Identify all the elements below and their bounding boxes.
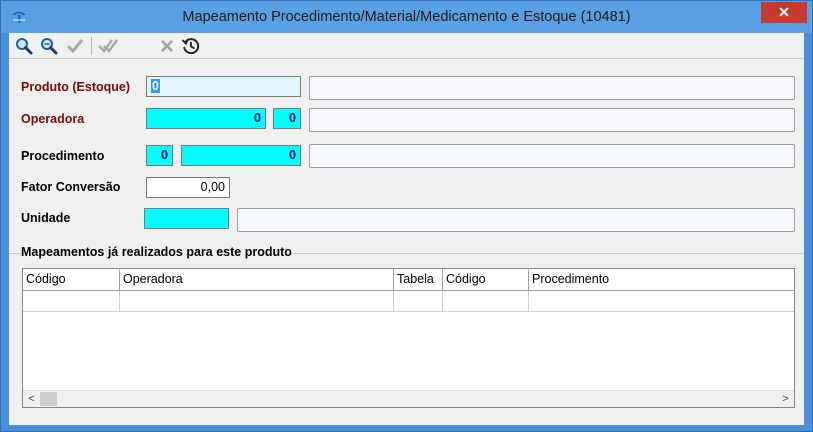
- search-button[interactable]: [14, 36, 34, 56]
- cancel-button[interactable]: [157, 36, 177, 56]
- procedimento-code-field[interactable]: 0: [181, 145, 301, 166]
- operadora-plan-field[interactable]: 0: [273, 108, 301, 129]
- mapeamentos-title: Mapeamentos já realizados para este prod…: [21, 245, 294, 259]
- scroll-left-button[interactable]: <: [23, 391, 40, 407]
- toolbar-separator: [91, 37, 92, 55]
- column-header-operadora[interactable]: Operadora: [120, 269, 394, 290]
- fator-label: Fator Conversão: [21, 180, 121, 194]
- table-cell[interactable]: [120, 291, 394, 311]
- procedimento-label: Procedimento: [21, 149, 105, 163]
- title-bar[interactable]: Mapeamento Procedimento/Material/Medicam…: [1, 1, 812, 33]
- produto-description-field: [309, 76, 795, 100]
- grid-header: Código Operadora Tabela Código Procedime…: [23, 269, 794, 291]
- horizontal-scrollbar[interactable]: < >: [23, 390, 794, 407]
- history-button[interactable]: [181, 36, 201, 56]
- scroll-right-button[interactable]: >: [777, 391, 794, 407]
- mapeamentos-grid[interactable]: Código Operadora Tabela Código Procedime…: [22, 268, 795, 408]
- table-cell[interactable]: [443, 291, 529, 311]
- table-cell[interactable]: [23, 291, 120, 311]
- produto-code-field[interactable]: 0: [146, 76, 301, 97]
- confirm-all-button[interactable]: [97, 36, 119, 56]
- table-cell[interactable]: [394, 291, 443, 311]
- produto-label: Produto (Estoque): [21, 80, 131, 94]
- column-header-procedimento[interactable]: Procedimento: [529, 269, 794, 290]
- magnifier-icon: [16, 38, 33, 55]
- magnifier-plus-icon: [41, 38, 58, 55]
- procedimento-table-field[interactable]: 0: [146, 145, 173, 166]
- confirm-button[interactable]: [65, 36, 85, 56]
- unidade-code-field[interactable]: [144, 208, 229, 229]
- scroll-thumb[interactable]: [40, 392, 57, 406]
- check-icon: [66, 39, 84, 54]
- column-header-codigo-procedimento[interactable]: Código: [443, 269, 529, 290]
- column-header-tabela[interactable]: Tabela: [394, 269, 443, 290]
- close-button[interactable]: ✕: [761, 2, 807, 23]
- operadora-description-field: [309, 108, 795, 132]
- unidade-description-field: [237, 208, 795, 232]
- double-check-icon: [98, 39, 119, 53]
- operadora-label: Operadora: [21, 112, 85, 126]
- x-icon: [161, 40, 173, 52]
- fator-field[interactable]: 0,00: [146, 177, 230, 198]
- client-area: Produto (Estoque) 0 Operadora 0 0 Proced…: [9, 33, 804, 425]
- toolbar: [9, 33, 804, 59]
- operadora-code-field[interactable]: 0: [146, 108, 266, 129]
- unidade-label: Unidade: [21, 211, 71, 225]
- search-advanced-button[interactable]: [39, 36, 59, 56]
- app-window: Mapeamento Procedimento/Material/Medicam…: [0, 0, 813, 432]
- column-header-codigo[interactable]: Código: [23, 269, 120, 290]
- table-row[interactable]: [23, 291, 794, 312]
- history-icon: [181, 38, 200, 55]
- window-title: Mapeamento Procedimento/Material/Medicam…: [182, 9, 631, 25]
- table-cell[interactable]: [529, 291, 794, 311]
- procedimento-description-field: [309, 144, 795, 168]
- produto-code-value: 0: [151, 79, 160, 93]
